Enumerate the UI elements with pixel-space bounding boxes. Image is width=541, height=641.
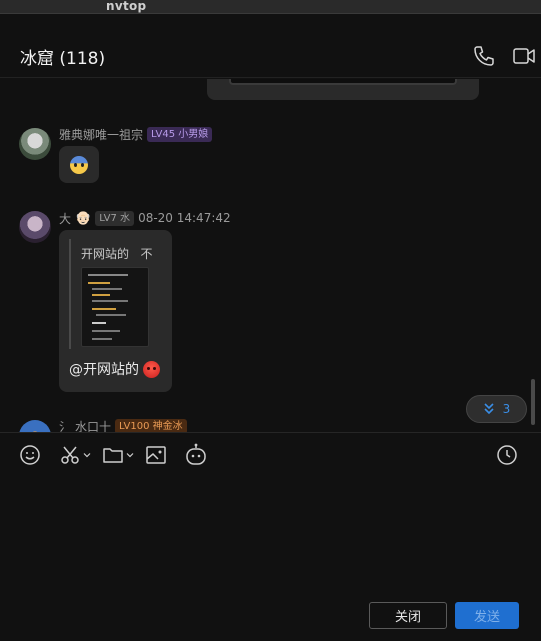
smile-icon [20,445,40,465]
sender-row: 雅典娜唯一祖宗 LV45 小男娘 [59,126,213,143]
message-bubble[interactable] [59,146,99,183]
previous-message-card[interactable] [207,79,479,100]
app-title: nvtop [106,0,147,13]
avatar[interactable] [19,420,51,432]
quote-image[interactable] [81,267,149,347]
sender-name[interactable]: 水口十 [75,418,111,433]
chevron-down-icon[interactable] [126,451,134,459]
unread-jump-button[interactable]: 3 [466,395,527,423]
unread-count: 3 [502,402,511,416]
title-bar: nvtop [0,0,541,14]
double-chevron-down-icon [484,403,494,415]
clock-icon [497,445,517,465]
scissors-icon [61,446,79,464]
scrollbar-thumb[interactable] [531,379,535,425]
close-button[interactable]: 关闭 [369,602,447,629]
angry-face-emoji-icon [143,360,160,378]
message-text: @开网站的 [69,359,160,379]
phone-icon[interactable] [472,44,496,68]
sender-name[interactable]: 雅典娜唯一祖宗 [59,126,143,143]
fearful-face-emoji-icon [70,155,88,174]
robot-icon [186,443,206,465]
image-icon [146,446,166,464]
emoji-button[interactable] [19,443,41,467]
screenshot-button[interactable] [59,443,91,467]
message-composer[interactable]: 关闭 发送 [0,432,541,641]
quoted-message[interactable]: 开网站的 不 [69,239,163,349]
sender-name[interactable]: 大 [59,210,71,227]
level-badge: LV100 神金冰 [115,418,187,432]
send-button[interactable]: 发送 [455,602,519,629]
level-badge: LV7 水 [95,210,135,226]
level-badge: LV45 小男娘 [147,126,213,142]
video-camera-icon[interactable] [512,44,536,68]
quote-text: 开网站的 不 [81,247,153,261]
sender-row: 大 👴🏻 LV7 水 08-20 14:47:42 [59,210,231,226]
image-button[interactable] [145,443,167,467]
chat-title: 冰窟 (118) [20,49,106,69]
sender-prefix: 氵 [59,419,72,433]
chat-header: 冰窟 (118) [0,14,541,78]
folder-icon [103,448,123,463]
message-timestamp: 08-20 14:47:42 [138,211,231,225]
previous-message-image[interactable] [229,79,457,85]
avatar[interactable] [19,211,51,243]
chevron-down-icon[interactable] [83,451,91,459]
message-bubble[interactable]: 开网站的 不 @开网站的 [59,230,172,392]
robot-button[interactable] [185,443,207,467]
sender-row: 氵 水口十 LV100 神金冰 [59,418,187,432]
message-list[interactable]: 雅典娜唯一祖宗 LV45 小男娘 大 👴🏻 LV7 水 08-20 14:47:… [0,79,541,432]
sender-emoji: 👴🏻 [75,210,92,226]
history-button[interactable] [496,443,518,467]
file-button[interactable] [102,443,134,467]
avatar[interactable] [19,128,51,160]
